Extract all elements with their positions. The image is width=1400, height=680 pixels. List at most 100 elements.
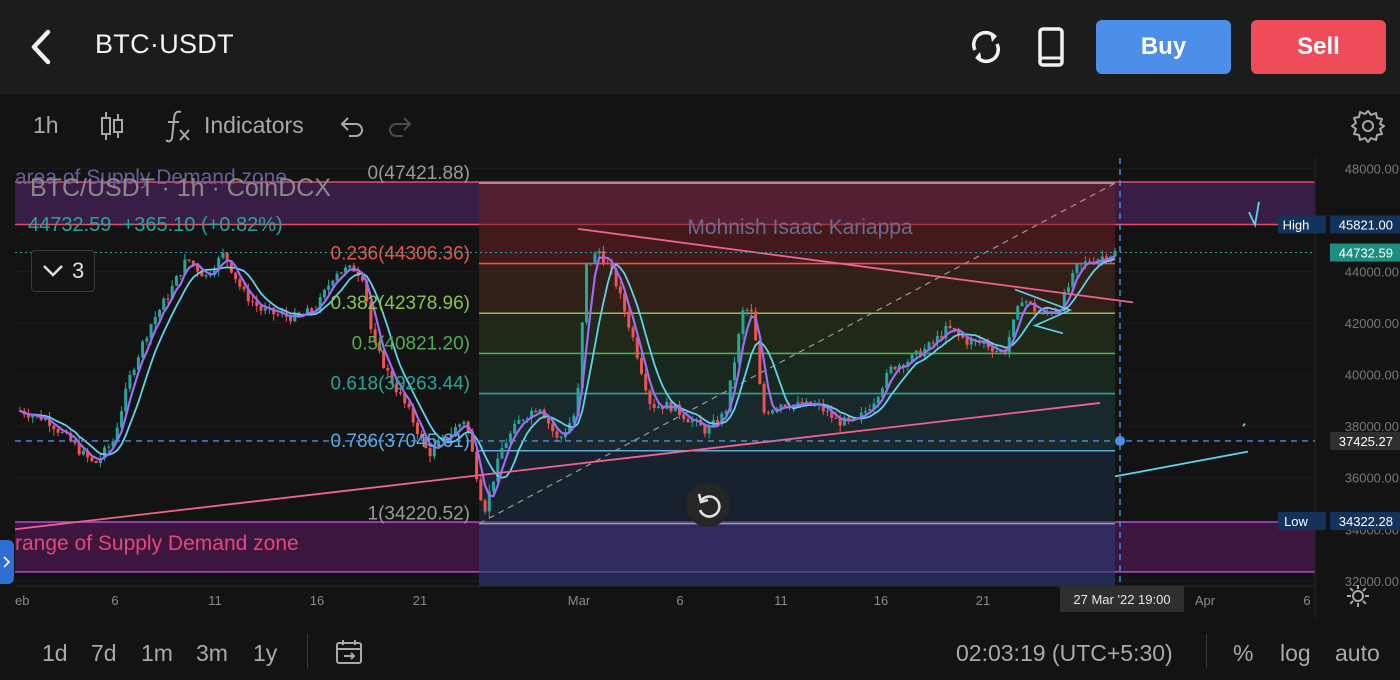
candle-body — [251, 301, 255, 303]
candle-body — [644, 373, 648, 391]
candle-body — [931, 342, 935, 344]
candle-body — [961, 334, 965, 338]
range-1m-button[interactable]: 1m — [141, 640, 173, 667]
candle-body — [331, 280, 335, 286]
legend-change: +365.10 — [122, 214, 196, 236]
x-tick-label: 11 — [208, 593, 222, 608]
fib-band — [479, 313, 1115, 354]
candle-body — [141, 341, 145, 358]
fib-level-label: 0.236(44306.36) — [331, 244, 470, 265]
candle-body — [631, 327, 635, 338]
auto-scale-toggle[interactable]: auto — [1335, 640, 1380, 667]
candle-body — [1066, 287, 1070, 293]
interval-selector[interactable]: 1h — [33, 112, 59, 139]
candle-type-icon[interactable] — [98, 110, 126, 142]
settings-gear-icon[interactable] — [1350, 108, 1386, 144]
x-tick-label: 16 — [310, 593, 324, 608]
x-tick-label: eb — [15, 593, 29, 608]
candle-body — [517, 420, 521, 424]
price-tag-name: High — [1283, 217, 1310, 232]
fib-band — [479, 353, 1115, 394]
candle-body — [682, 415, 686, 420]
range-1d-button[interactable]: 1d — [42, 640, 68, 667]
back-arrow-icon[interactable] — [22, 26, 62, 68]
reset-chart-button[interactable] — [686, 483, 730, 527]
refresh-icon[interactable] — [966, 26, 1006, 68]
candle-body — [174, 275, 178, 286]
calendar-goto-icon[interactable] — [334, 638, 364, 666]
range-3m-button[interactable]: 3m — [196, 640, 228, 667]
range-1y-button[interactable]: 1y — [253, 640, 277, 667]
candle-body — [259, 306, 263, 311]
drawing-panel-toggle[interactable] — [0, 540, 14, 584]
candle-body — [242, 286, 246, 290]
candle-body — [276, 314, 280, 316]
indicator-collapse-button[interactable]: 3 — [31, 250, 95, 292]
range-7d-button[interactable]: 7d — [91, 640, 117, 667]
candle-body — [864, 410, 868, 413]
buy-button[interactable]: Buy — [1096, 20, 1231, 74]
candle-body — [1075, 264, 1079, 273]
candle-body — [732, 362, 736, 381]
candle-body — [60, 432, 64, 434]
x-tick-label: 6 — [111, 593, 118, 608]
candle-body — [1024, 301, 1028, 303]
undo-icon[interactable] — [339, 114, 365, 138]
candle-body — [492, 481, 496, 492]
candle-body — [234, 272, 238, 280]
y-tick-label: 44000.00 — [1345, 264, 1399, 279]
sell-button[interactable]: Sell — [1251, 20, 1386, 74]
candle-body — [145, 338, 149, 342]
candle-body — [766, 412, 770, 414]
clock-timezone[interactable]: 02:03:19 (UTC+5:30) — [956, 640, 1173, 667]
fib-level-label: 0.382(42378.96) — [331, 293, 470, 314]
candle-body — [707, 426, 711, 434]
candle-body — [551, 423, 555, 432]
candle-body — [52, 425, 56, 430]
candle-body — [458, 424, 462, 427]
candle-body — [826, 410, 830, 412]
chevron-right-icon — [3, 556, 11, 568]
crosshair-time-label: 27 Mar '22 19:00 — [1073, 592, 1170, 607]
log-scale-toggle[interactable]: log — [1280, 640, 1311, 667]
price-tag-value: 37425.27 — [1339, 434, 1393, 449]
candle-body — [187, 259, 191, 261]
candle-body — [555, 431, 559, 438]
candle-body — [749, 309, 753, 312]
bottom-bar: 1d 7d 1m 3m 1y 02:03:19 (UTC+5:30) % log… — [0, 620, 1400, 680]
percent-scale-toggle[interactable]: % — [1233, 640, 1253, 667]
candle-body — [771, 410, 775, 414]
indicators-button[interactable]: Indicators — [204, 112, 304, 139]
candle-body — [128, 374, 132, 389]
price-tag-name: Low — [1284, 514, 1308, 529]
candle-body — [834, 417, 838, 419]
x-tick-label: Apr — [1195, 593, 1216, 608]
fib-level-label: 0(47421.88) — [368, 163, 470, 184]
candle-body — [589, 262, 593, 264]
candle-body — [686, 419, 690, 423]
candle-body — [73, 441, 77, 444]
x-tick-label: 6 — [1303, 593, 1310, 608]
divider — [1206, 634, 1207, 668]
crosshair-point — [1115, 435, 1125, 446]
candle-body — [703, 425, 707, 434]
phone-orientation-icon[interactable] — [1036, 26, 1066, 68]
candle-body — [990, 347, 994, 352]
candle-body — [462, 421, 466, 425]
candle-body — [1041, 311, 1045, 314]
function-icon[interactable] — [163, 108, 193, 144]
redo-icon[interactable] — [387, 114, 413, 138]
candle-body — [1020, 302, 1024, 307]
candle-body — [504, 443, 508, 449]
candle-body — [534, 410, 538, 413]
fib-band — [479, 450, 1115, 524]
legend-last-price: 44732.59 — [28, 214, 112, 236]
candle-body — [656, 406, 660, 409]
candle-body — [339, 272, 343, 274]
candle-body — [56, 429, 60, 433]
pair-title: BTC·USDT — [95, 29, 234, 59]
candle-body — [546, 418, 550, 424]
candle-body — [652, 403, 656, 409]
y-tick-label: 40000.00 — [1345, 368, 1399, 383]
candle-body — [238, 279, 242, 287]
